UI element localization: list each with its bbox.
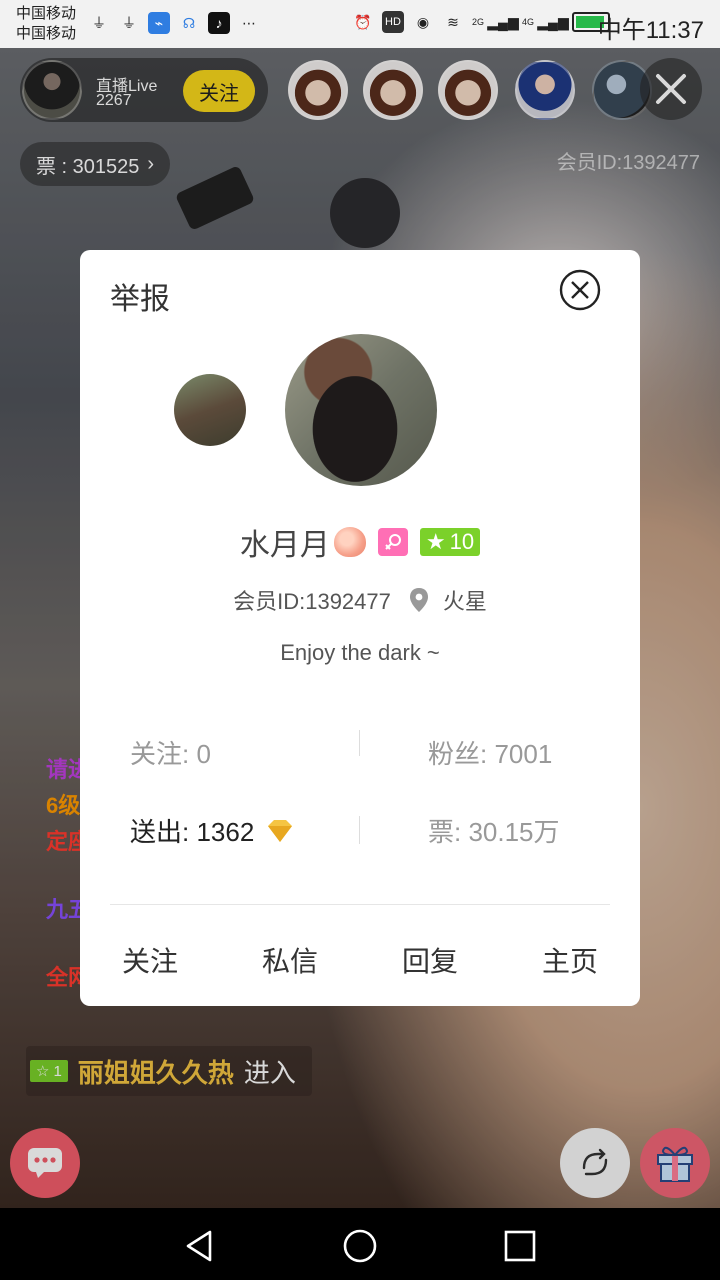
close-circle-icon xyxy=(559,269,601,311)
signal-icon: ▂▄▆ xyxy=(537,13,569,30)
usb-icon: ⏚ xyxy=(122,15,136,31)
user-name: 水月月 xyxy=(239,529,330,562)
location-pin-icon xyxy=(409,588,428,612)
wifi-icon: ≋ xyxy=(447,13,459,30)
system-icons: ⏰ HD ◉ ≋ 2G ▂▄▆ 4G ▂▄▆ xyxy=(352,11,610,33)
carrier-2: 中国移动 xyxy=(16,25,77,42)
level-badge: ★ 10 xyxy=(419,528,481,556)
eye-icon: ◉ xyxy=(416,13,430,30)
female-icon xyxy=(377,528,408,556)
guardian-avatar[interactable] xyxy=(174,374,246,446)
close-card-button[interactable] xyxy=(558,268,602,312)
status-bar: 中国移动 中国移动 ⏚ ⏚ ⌁ ☊ ♪ ⋯ ⏰ HD ◉ ≋ 2G ▂▄▆ 4G… xyxy=(0,0,720,48)
signal-tool-icon: ⌁ xyxy=(148,12,170,34)
peach-emoji-icon xyxy=(333,527,366,557)
card-divider xyxy=(110,904,610,905)
diamond-icon xyxy=(268,819,293,842)
report-button[interactable]: 举报 xyxy=(110,274,170,318)
profile-card: 举报 水月月 ★ 10 会员ID:1392477 火星 Enjoy the da… xyxy=(80,250,640,1006)
headset-icon: ☊ xyxy=(182,14,196,31)
navigation-bar xyxy=(0,1208,720,1280)
reply-button[interactable]: 回复 xyxy=(380,940,480,980)
homepage-button[interactable]: 主页 xyxy=(520,940,620,980)
user-avatar[interactable] xyxy=(285,334,437,486)
private-message-button[interactable]: 私信 xyxy=(240,940,340,980)
location-text: 火星 xyxy=(442,589,487,614)
star-icon: ★ xyxy=(425,529,446,554)
meta-row: 会员ID:1392477 火星 xyxy=(80,584,640,616)
follow-button[interactable]: 关注 xyxy=(100,940,200,980)
notification-icons: ⏚ ⏚ ⌁ ☊ ♪ ⋯ xyxy=(88,12,260,34)
recents-icon[interactable] xyxy=(500,1226,540,1266)
back-icon[interactable] xyxy=(180,1226,220,1266)
alarm-icon: ⏰ xyxy=(354,13,372,30)
signal-icon: ▂▄▆ xyxy=(487,13,519,30)
following-count[interactable]: 关注: 0 xyxy=(130,734,211,771)
votes-count[interactable]: 票: 30.15万 xyxy=(428,812,560,849)
user-level: 10 xyxy=(449,529,475,554)
network-type-4g: 4G xyxy=(521,17,534,27)
home-icon[interactable] xyxy=(340,1226,380,1266)
usb-icon: ⏚ xyxy=(92,15,106,31)
fans-count[interactable]: 粉丝: 7001 xyxy=(428,734,552,771)
stat-divider xyxy=(359,816,360,844)
location: 火星 xyxy=(409,584,487,616)
name-row: 水月月 ★ 10 xyxy=(80,520,640,564)
network-type-2g: 2G xyxy=(471,17,484,27)
user-bio: Enjoy the dark ~ xyxy=(280,640,440,665)
carrier-1: 中国移动 xyxy=(16,5,77,22)
sent-count: 送出: 1362 xyxy=(130,817,255,847)
stat-divider xyxy=(359,730,360,756)
hd-icon: HD xyxy=(381,11,404,33)
tiktok-icon: ♪ xyxy=(208,12,230,34)
more-icon: ⋯ xyxy=(242,14,256,31)
member-id: 会员ID:1392477 xyxy=(233,589,391,614)
sent-stat[interactable]: 送出: 1362 xyxy=(130,812,296,849)
clock: 中午11:37 xyxy=(597,17,704,44)
